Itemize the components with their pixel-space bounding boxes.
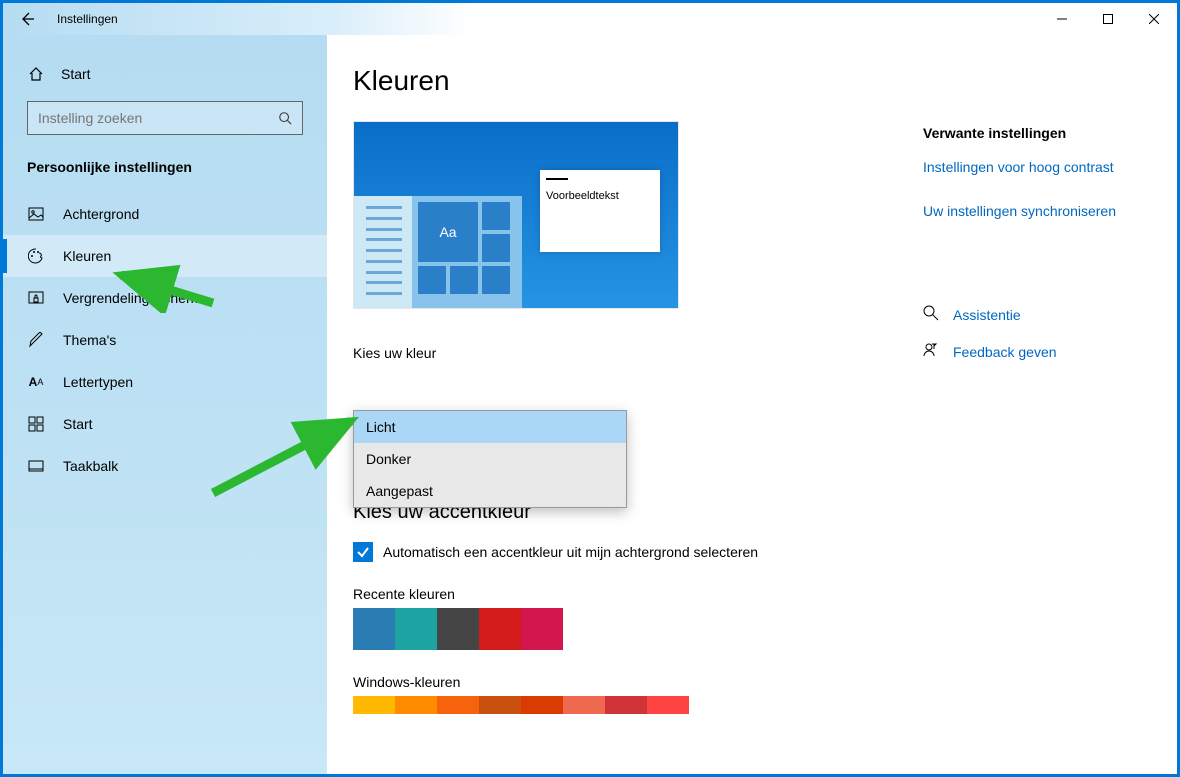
color-mode-dropdown[interactable]: LichtDonkerAangepast <box>353 410 627 508</box>
dropdown-option[interactable]: Aangepast <box>354 475 626 507</box>
sidebar-item-label: Lettertypen <box>63 374 133 390</box>
lockscreen-icon <box>27 289 45 307</box>
color-swatch[interactable] <box>395 696 437 714</box>
sidebar-item-label: Kleuren <box>63 248 111 264</box>
taskbar-icon <box>27 457 45 475</box>
close-button[interactable] <box>1131 3 1177 35</box>
color-swatch[interactable] <box>563 696 605 714</box>
font-icon: AA <box>27 373 45 391</box>
check-icon <box>356 545 370 559</box>
content-pane: Kleuren Aa Voorbeeldtekst Kies uw kleur … <box>327 35 1177 774</box>
recent-colors-label: Recente kleuren <box>353 586 1151 602</box>
color-swatch[interactable] <box>479 696 521 714</box>
window-title: Instellingen <box>57 12 118 26</box>
minimize-button[interactable] <box>1039 3 1085 35</box>
sidebar-section-title: Persoonlijke instellingen <box>3 151 327 193</box>
color-swatch[interactable] <box>437 696 479 714</box>
brush-icon <box>27 331 45 349</box>
maximize-button[interactable] <box>1085 3 1131 35</box>
sidebar-item-label: Taakbalk <box>63 458 118 474</box>
color-swatch[interactable] <box>647 696 689 714</box>
color-swatch[interactable] <box>605 696 647 714</box>
sidebar-item-themes[interactable]: Thema's <box>3 319 327 361</box>
search-input[interactable] <box>38 110 278 126</box>
sidebar-item-fonts[interactable]: AA Lettertypen <box>3 361 327 403</box>
color-swatch[interactable] <box>521 608 563 650</box>
auto-accent-label: Automatisch een accentkleur uit mijn ach… <box>383 544 758 560</box>
link-sync-settings[interactable]: Uw instellingen synchroniseren <box>923 203 1149 219</box>
dropdown-option[interactable]: Donker <box>354 443 626 475</box>
color-swatch[interactable] <box>437 608 479 650</box>
sidebar: Start Persoonlijke instellingen Achtergr… <box>3 35 327 774</box>
windows-colors-row <box>353 696 1151 714</box>
picture-icon <box>27 205 45 223</box>
color-swatch[interactable] <box>353 608 395 650</box>
back-button[interactable] <box>17 9 37 29</box>
search-input-wrapper[interactable] <box>27 101 303 135</box>
color-swatch[interactable] <box>479 608 521 650</box>
link-high-contrast[interactable]: Instellingen voor hoog contrast <box>923 159 1149 175</box>
arrow-left-icon <box>19 11 35 27</box>
color-swatch[interactable] <box>395 608 437 650</box>
help-label: Assistentie <box>953 307 1021 323</box>
dropdown-option[interactable]: Licht <box>354 411 626 443</box>
palette-icon <box>27 247 45 265</box>
preview-tile-aa: Aa <box>418 202 478 262</box>
sidebar-item-label: Start <box>63 416 93 432</box>
related-heading: Verwante instellingen <box>923 125 1149 141</box>
recent-colors-row <box>353 608 1151 650</box>
sidebar-item-taskbar[interactable]: Taakbalk <box>3 445 327 487</box>
related-settings: Verwante instellingen Instellingen voor … <box>923 125 1149 361</box>
color-preview: Aa Voorbeeldtekst <box>353 121 679 309</box>
feedback-label: Feedback geven <box>953 344 1057 360</box>
sidebar-item-start[interactable]: Start <box>3 403 327 445</box>
color-swatch[interactable] <box>353 696 395 714</box>
search-icon <box>278 111 292 125</box>
windows-colors-label: Windows-kleuren <box>353 674 1151 690</box>
checkbox-checked[interactable] <box>353 542 373 562</box>
preview-sample-text: Voorbeeldtekst <box>540 188 660 204</box>
sidebar-item-background[interactable]: Achtergrond <box>3 193 327 235</box>
feedback-link[interactable]: Feedback geven <box>923 342 1149 361</box>
sidebar-item-label: Achtergrond <box>63 206 139 222</box>
sidebar-item-label: Vergrendelingsscherm <box>63 290 202 306</box>
auto-accent-row[interactable]: Automatisch een accentkleur uit mijn ach… <box>353 542 1151 562</box>
title-bar: Instellingen <box>3 3 1177 35</box>
sidebar-item-label: Thema's <box>63 332 116 348</box>
help-icon <box>923 305 939 324</box>
home-icon <box>27 65 45 83</box>
feedback-icon <box>923 342 939 361</box>
page-title: Kleuren <box>353 65 1151 97</box>
home-button[interactable]: Start <box>3 57 327 101</box>
window-controls <box>1039 3 1177 35</box>
help-link[interactable]: Assistentie <box>923 305 1149 324</box>
sidebar-item-colors[interactable]: Kleuren <box>3 235 327 277</box>
color-swatch[interactable] <box>521 696 563 714</box>
start-icon <box>27 415 45 433</box>
sidebar-item-lockscreen[interactable]: Vergrendelingsscherm <box>3 277 327 319</box>
home-label: Start <box>61 66 91 82</box>
